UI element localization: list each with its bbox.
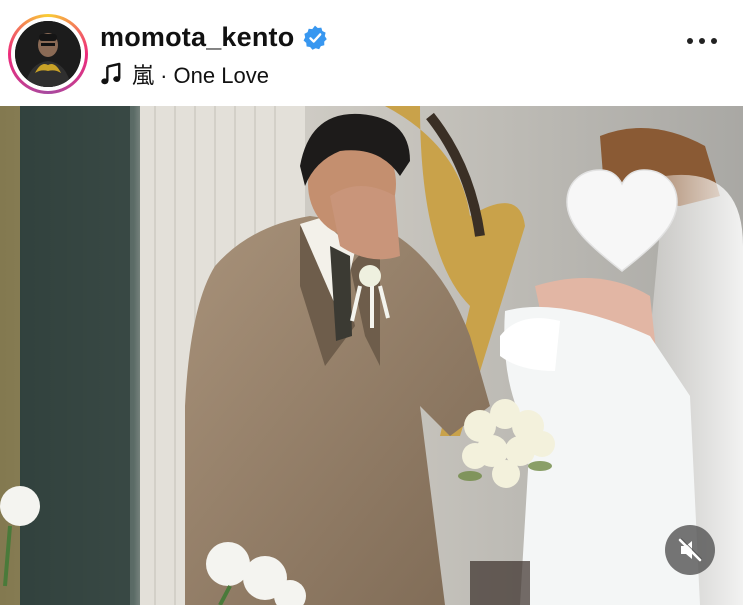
verified-badge-icon	[303, 25, 328, 50]
username-row: momota_kento	[100, 22, 328, 53]
more-options-button[interactable]	[687, 38, 717, 44]
wedding-photo	[0, 106, 743, 605]
music-attribution[interactable]: 嵐 · One Love	[100, 58, 269, 90]
post-photo[interactable]	[0, 106, 743, 605]
more-horizontal-icon	[687, 38, 693, 44]
avatar-image	[15, 21, 81, 87]
post-header: momota_kento 嵐 · One Love	[0, 0, 743, 106]
music-note-icon	[101, 62, 121, 85]
mute-toggle-button[interactable]	[665, 525, 715, 575]
username-link[interactable]: momota_kento	[100, 22, 294, 53]
music-track-label: 嵐 · One Love	[132, 63, 269, 88]
avatar[interactable]	[15, 21, 81, 87]
muted-speaker-icon	[678, 538, 702, 562]
story-ring[interactable]	[8, 14, 88, 94]
